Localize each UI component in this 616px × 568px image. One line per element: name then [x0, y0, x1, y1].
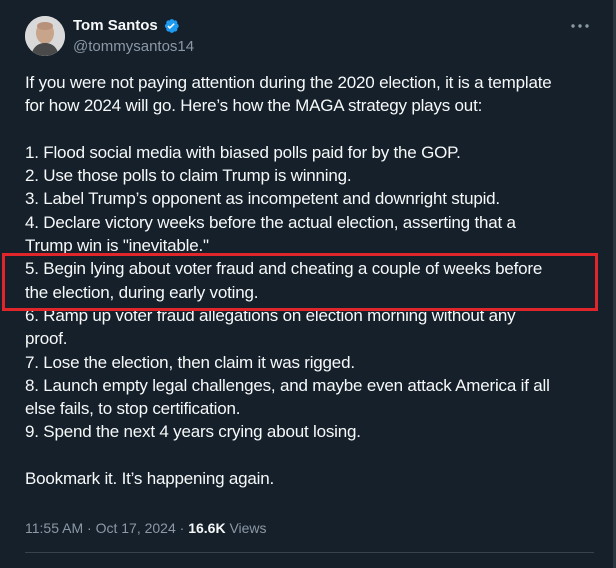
list-item: proof. [25, 329, 68, 349]
list-item: 3. Label Trump’s opponent as incompetent… [25, 189, 500, 209]
tweet-time[interactable]: 11:55 AM [25, 520, 83, 536]
views-label: Views [229, 520, 267, 536]
list-item: 6. Ramp up voter fraud allegations on el… [25, 305, 516, 325]
list-item: 1. Flood social media with biased polls … [25, 142, 461, 162]
author-name[interactable]: Tom Santos [73, 17, 158, 35]
list-item: 2. Use those polls to claim Trump is win… [25, 166, 352, 186]
list-item: 8. Launch empty legal challenges, and ma… [25, 375, 550, 395]
tweet-closing-line: Bookmark it. It’s happening again. [25, 469, 274, 489]
more-options-button[interactable] [566, 14, 594, 38]
author-handle[interactable]: @tommysantos14 [73, 38, 194, 56]
tweet-text-line: If you were not paying attention during … [25, 73, 552, 92]
list-item: Trump win is "inevitable." [25, 236, 209, 256]
verified-badge-icon [164, 19, 179, 33]
list-item: 9. Spend the next 4 years crying about l… [25, 422, 361, 442]
divider [25, 552, 594, 553]
list-item-highlighted: the election, during early voting. [25, 282, 259, 302]
tweet-text: If you were not paying attention during … [25, 71, 595, 490]
more-horizontal-icon [571, 24, 589, 28]
avatar[interactable] [25, 16, 65, 56]
tweet-text-line: for how 2024 will go. Here’s how the MAG… [25, 96, 483, 116]
list-item: 4. Declare victory weeks before the actu… [25, 212, 516, 232]
tweet-date[interactable]: Oct 17, 2024 [96, 520, 176, 536]
tweet-meta: 11:55 AM · Oct 17, 2024 · 16.6K Views [25, 519, 267, 537]
list-item-highlighted: 5. Begin lying about voter fraud and che… [25, 259, 543, 279]
meta-separator: · [175, 520, 189, 536]
meta-separator: · [83, 520, 96, 536]
avatar-photo [25, 16, 65, 56]
tweet-card: Tom Santos @tommysantos14 If you were no… [0, 0, 616, 568]
views-count: 16.6K [188, 520, 226, 536]
list-item: 7. Lose the election, then claim it was … [25, 352, 355, 372]
list-item: else fails, to stop certification. [25, 399, 241, 419]
